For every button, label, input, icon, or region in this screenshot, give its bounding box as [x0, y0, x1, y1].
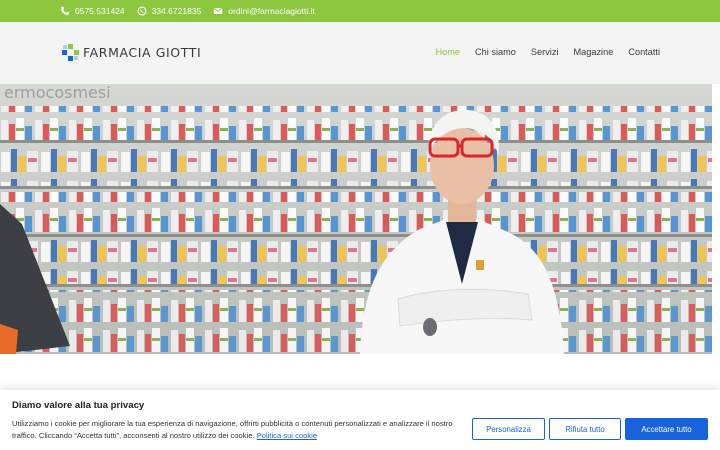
- cookie-text: Utilizziamo i cookie per migliorare la t…: [12, 419, 453, 440]
- shelf-sign: ermocosmesi: [4, 84, 111, 102]
- hero-photo-pharmacist: ermocosmesi: [0, 84, 712, 354]
- site-logo[interactable]: FARMACIA GIOTTI: [62, 44, 201, 61]
- cookie-policy-link[interactable]: Politica sui cookie: [257, 431, 317, 440]
- email-contact[interactable]: ordini@farmaciagiotti.it: [213, 6, 315, 16]
- phone-contact[interactable]: 0575.531424: [60, 6, 125, 16]
- reject-all-button[interactable]: Rifiuta tutto: [549, 418, 621, 440]
- whatsapp-icon: [137, 6, 147, 16]
- nav-chi-siamo[interactable]: Chi siamo: [475, 47, 516, 57]
- email-address: ordini@farmaciagiotti.it: [228, 6, 315, 16]
- whatsapp-number: 334.6721835: [151, 6, 202, 16]
- main-navigation: Home Chi siamo Servizi Magazine Contatti: [436, 47, 660, 57]
- email-icon: [213, 7, 223, 14]
- pharmacy-cross-logo: [62, 44, 79, 61]
- accept-all-button[interactable]: Accettare tutto: [625, 418, 708, 440]
- phone-icon: [61, 7, 69, 15]
- brand-name: FARMACIA GIOTTI: [83, 45, 202, 60]
- nav-servizi[interactable]: Servizi: [531, 47, 559, 57]
- cookie-title: Diamo valore alla tua privacy: [12, 400, 145, 411]
- cookie-consent-banner: Diamo valore alla tua privacy Utilizziam…: [0, 390, 720, 450]
- cookie-description: Utilizziamo i cookie per migliorare la t…: [12, 418, 462, 442]
- customize-button[interactable]: Personalizza: [472, 418, 545, 440]
- nav-contatti[interactable]: Contatti: [628, 47, 660, 57]
- nav-magazine[interactable]: Magazine: [573, 47, 613, 57]
- phone-number: 0575.531424: [75, 6, 125, 16]
- hero-image: ermocosmesi: [0, 84, 712, 354]
- top-contact-bar: 0575.531424 334.6721835 ordini@farmaciag…: [0, 0, 720, 22]
- nav-home[interactable]: Home: [436, 47, 461, 57]
- whatsapp-contact[interactable]: 334.6721835: [137, 6, 202, 16]
